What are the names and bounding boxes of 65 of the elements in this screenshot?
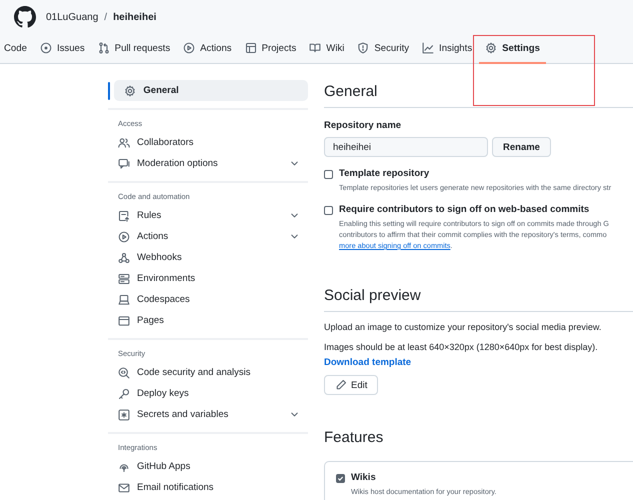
sidebar-item[interactable]: Deploy keys	[108, 383, 308, 404]
document-arrow-icon	[118, 210, 130, 222]
circle-dot-icon	[40, 42, 52, 54]
field-label: Repository name	[324, 120, 402, 131]
nav-tab[interactable]: Pull requests	[91, 34, 177, 64]
sidebar-item[interactable]: Email notifications	[108, 477, 308, 498]
nav-tab[interactable]: Settings	[478, 34, 546, 64]
settings-icon	[124, 84, 136, 96]
checkbox[interactable]	[324, 206, 333, 215]
nav-tab[interactable]: Actions	[176, 34, 238, 64]
sidebar-item[interactable]: GitHub Apps	[108, 456, 308, 477]
sidebar-item[interactable]: Actions	[108, 226, 308, 247]
repository-name-field[interactable]: heiheihei	[324, 137, 488, 157]
rename-button[interactable]: Rename	[492, 137, 551, 157]
laptop-icon	[118, 294, 130, 306]
section-title: Features	[324, 429, 384, 448]
sidebar-item[interactable]: Collaborators	[108, 132, 308, 153]
sidebar-item[interactable]: Secrets and variables	[108, 404, 308, 425]
download-template-link[interactable]: Download template	[324, 357, 412, 368]
sidebar-item[interactable]: Pages	[108, 310, 308, 331]
shield-icon	[357, 42, 370, 54]
octocat-logo[interactable]	[14, 6, 36, 28]
nav-tab[interactable]: Security	[350, 34, 416, 64]
people-icon	[118, 136, 130, 148]
table-icon	[244, 42, 257, 54]
path-separator: /	[104, 12, 108, 22]
sidebar-item[interactable]: Moderation options	[108, 153, 308, 174]
book-icon	[309, 42, 322, 54]
image-size-hint: Images should be at least 640×320px (1280×640px for best display).	[324, 342, 599, 352]
nav-tab[interactable]: Insights	[416, 34, 479, 64]
browser-icon	[118, 314, 130, 326]
code-scan-icon	[118, 366, 130, 378]
comment-icon	[118, 158, 130, 170]
sidebar-item[interactable]: General	[114, 80, 308, 101]
mail-icon	[118, 482, 130, 494]
option-label: Template repository	[339, 168, 430, 179]
sidebar-item[interactable]: Webhooks	[108, 247, 308, 268]
preview-description: Upload an image to customize your repository's social media preview.	[324, 322, 602, 332]
pencil-icon	[335, 379, 347, 391]
section-title: General	[324, 83, 633, 108]
section-title: Social preview	[324, 287, 633, 312]
checkbox[interactable]	[324, 170, 333, 179]
option-label: Require contributors to sign off on web-based commits	[339, 204, 590, 215]
owner-link[interactable]: 01LuGuang	[46, 12, 98, 22]
settings-icon	[485, 42, 498, 54]
server-icon	[118, 272, 130, 284]
sidebar-item[interactable]: Rules	[108, 205, 308, 226]
nav-tab[interactable]: Projects	[238, 34, 303, 64]
repo-link[interactable]: heiheihei	[113, 12, 156, 22]
nav-tab[interactable]: Wiki	[302, 34, 351, 64]
checkbox[interactable]	[336, 474, 345, 483]
nav-tab[interactable]: Code	[4, 34, 34, 64]
sidebar-item[interactable]: Codespaces	[108, 289, 308, 310]
key-icon	[118, 388, 130, 400]
pull-request-icon	[98, 42, 110, 54]
line-graph-icon	[422, 42, 434, 54]
play-circle-icon	[183, 42, 196, 54]
option-label: Wikis	[351, 472, 377, 483]
edit-button[interactable]: Edit	[324, 375, 378, 395]
webhook-icon	[118, 252, 130, 264]
sidebar-item[interactable]: Environments	[108, 268, 308, 289]
nav-tab[interactable]: Issues	[33, 34, 92, 64]
play-circle-icon	[118, 230, 130, 242]
asterisk-box-icon	[118, 408, 130, 420]
sidebar-item[interactable]: Code security and analysis	[108, 362, 308, 383]
